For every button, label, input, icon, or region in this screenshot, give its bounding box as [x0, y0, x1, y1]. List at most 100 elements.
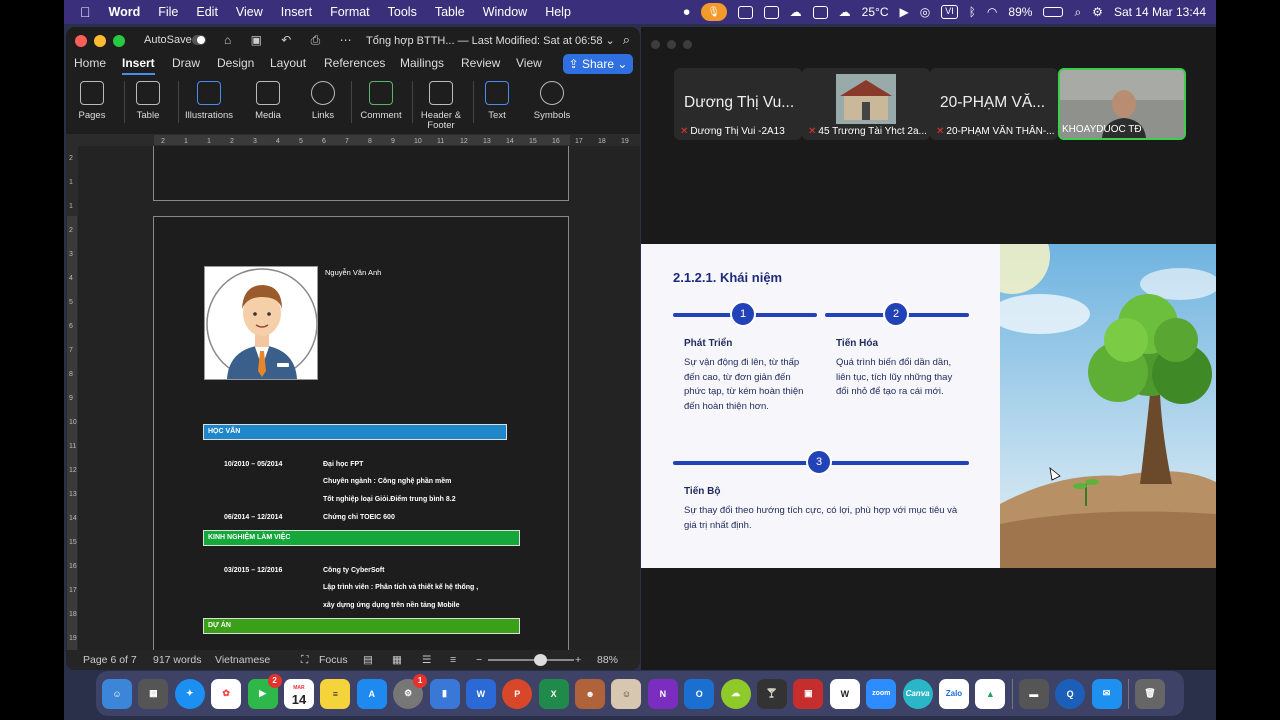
- language[interactable]: Vietnamese: [215, 654, 270, 666]
- tab-view[interactable]: View: [516, 56, 542, 70]
- system-settings-icon[interactable]: ⚙ 1: [393, 673, 428, 709]
- apple-icon[interactable]: : [80, 4, 91, 20]
- zoom-window-button[interactable]: [113, 35, 125, 47]
- powerpoint-icon[interactable]: P: [502, 678, 533, 709]
- participant-tile[interactable]: 20-PHẠM VĂ... ✕ 20-PHẠM VĂN THÂN-...: [930, 68, 1058, 140]
- shared-slide[interactable]: 2.1.2.1. Khái niệm 1 Phát Triển Sự vận đ…: [641, 244, 1216, 568]
- menu-edit[interactable]: Edit: [196, 5, 218, 19]
- menu-tools[interactable]: Tools: [388, 5, 417, 19]
- wifi-icon[interactable]: ◠: [987, 5, 997, 19]
- vertical-ruler[interactable]: 2 1 1 2 3 4 5 6 7 8 9 10 11 12 13 14 15 16 17 18 19: [66, 146, 78, 651]
- excel-icon[interactable]: X: [538, 678, 569, 709]
- cv-text[interactable]: xây dựng ứng dụng trên nền tảng Mobile: [323, 602, 460, 609]
- calendar-icon[interactable]: MAR 14: [283, 678, 314, 709]
- launchpad-icon[interactable]: ▦: [138, 678, 169, 709]
- zoom-app-icon[interactable]: zoom: [866, 678, 897, 709]
- onenote-icon[interactable]: N: [647, 678, 678, 709]
- menu-view[interactable]: View: [236, 5, 263, 19]
- table-button[interactable]: Table: [118, 77, 178, 121]
- minimize-window-button[interactable]: [94, 35, 106, 47]
- mail-icon[interactable]: ✉: [1091, 678, 1122, 709]
- document-title[interactable]: Tổng hợp BTTH... — Last Modified: Sat at…: [366, 34, 615, 47]
- quick-access-icons[interactable]: ⌂ ▣ ↶ ⎙ ⋯: [224, 33, 360, 48]
- cv-text[interactable]: Chứng chỉ TOEIC 600: [323, 514, 395, 521]
- tab-insert[interactable]: Insert: [122, 56, 155, 75]
- photos-icon[interactable]: ✿: [211, 678, 242, 709]
- word-icon[interactable]: W: [465, 678, 496, 709]
- bluetooth-icon[interactable]: ᛒ: [969, 5, 976, 19]
- menu-insert[interactable]: Insert: [281, 5, 312, 19]
- cloud-app-icon[interactable]: ☁: [720, 678, 751, 709]
- zalo-icon[interactable]: Zalo: [938, 678, 969, 709]
- quicktime-icon[interactable]: Q: [1055, 678, 1086, 709]
- comment-button[interactable]: Comment: [351, 77, 411, 121]
- zoom-percentage[interactable]: 88%: [597, 654, 618, 666]
- focus-button[interactable]: Focus: [319, 654, 348, 666]
- zoom-menu-icon[interactable]: [737, 5, 753, 19]
- zoom-out-button[interactable]: −: [476, 654, 482, 666]
- draft-icon[interactable]: ≡: [450, 654, 456, 666]
- document-canvas[interactable]: Nguyễn Văn Anh HỌC VẤN 10/2010 – 05/2014…: [78, 146, 640, 651]
- cv-text[interactable]: Lập trình viên : Phân tích và thiết kế h…: [323, 584, 478, 591]
- google-drive-icon[interactable]: ▲: [975, 678, 1006, 709]
- cv-date[interactable]: 06/2014 – 12/2014: [224, 514, 282, 521]
- share-button[interactable]: ⇪ Share ⌄: [563, 54, 633, 74]
- web-layout-icon[interactable]: ▦: [392, 654, 402, 666]
- autosave-toggle[interactable]: [192, 35, 206, 45]
- zoom-slider[interactable]: [488, 659, 574, 661]
- facetime-icon[interactable]: ▶ 2: [247, 673, 282, 709]
- horizontal-ruler[interactable]: 2 1 1 2 3 4 5 6 7 8 9 10 11 12 13 14 15 16 17 18 19: [66, 134, 640, 146]
- menu-help[interactable]: Help: [545, 5, 571, 19]
- zoom-in-button[interactable]: +: [575, 654, 581, 666]
- menu-table[interactable]: Table: [435, 5, 465, 19]
- control-center-icon[interactable]: ⚙: [1092, 5, 1103, 19]
- archive-icon[interactable]: ▣: [793, 678, 824, 709]
- tab-references[interactable]: References: [324, 56, 385, 70]
- airdrop-icon[interactable]: ◎: [920, 5, 930, 19]
- symbols-button[interactable]: Symbols: [522, 77, 582, 121]
- tab-review[interactable]: Review: [461, 56, 500, 70]
- header-footer-button[interactable]: Header & Footer: [409, 77, 473, 131]
- minimize-window-button[interactable]: [667, 40, 676, 49]
- links-button[interactable]: Links: [293, 77, 353, 121]
- game-icon[interactable]: ☻: [575, 678, 606, 709]
- usb-drive-icon[interactable]: ▬: [1018, 678, 1049, 709]
- tab-draw[interactable]: Draw: [172, 56, 200, 70]
- cv-text[interactable]: Đại học FPT: [323, 461, 363, 468]
- close-window-button[interactable]: [651, 40, 660, 49]
- close-window-button[interactable]: [75, 35, 87, 47]
- document-page[interactable]: [153, 146, 569, 201]
- cv-name[interactable]: Nguyễn Văn Anh: [325, 268, 381, 277]
- app-store-icon[interactable]: A: [356, 678, 387, 709]
- zoom-window-button[interactable]: [683, 40, 692, 49]
- files-icon[interactable]: ▮: [429, 678, 460, 709]
- cv-text[interactable]: Chuyên ngành : Công nghệ phần mềm: [323, 478, 451, 485]
- cloud-sync-icon[interactable]: ☁: [839, 5, 851, 19]
- media-button[interactable]: Media: [238, 77, 298, 121]
- portrait-app-icon[interactable]: ☺: [611, 678, 642, 709]
- notes-icon[interactable]: ≡: [320, 678, 351, 709]
- tab-home[interactable]: Home: [74, 56, 106, 70]
- word-count[interactable]: 917 words: [153, 654, 201, 666]
- weather-text[interactable]: 25°C: [862, 5, 889, 19]
- w-app-icon[interactable]: W: [829, 678, 860, 709]
- cocktail-icon[interactable]: 🍸: [757, 678, 788, 709]
- cv-date[interactable]: 03/2015 – 12/2016: [224, 567, 282, 574]
- profile-photo[interactable]: [204, 266, 318, 380]
- participant-tile[interactable]: Dương Thị Vu... ✕ Dương Thị Vui -2A13: [674, 68, 802, 140]
- tab-mailings[interactable]: Mailings: [400, 56, 444, 70]
- section-projects[interactable]: DỰ ÁN: [203, 618, 520, 634]
- battery-text[interactable]: 89%: [1008, 5, 1032, 19]
- cloud-icon[interactable]: ☁: [790, 5, 802, 19]
- section-education[interactable]: HỌC VẤN: [203, 424, 507, 440]
- menu-file[interactable]: File: [158, 5, 178, 19]
- menu-window[interactable]: Window: [483, 5, 527, 19]
- participant-tile[interactable]: ✕ 45 Trương Tài Yhct 2a...: [802, 68, 930, 140]
- word-menu-icon[interactable]: [763, 5, 779, 19]
- print-layout-icon[interactable]: ▤: [363, 654, 373, 666]
- cv-text[interactable]: Tốt nghiệp loại Giỏi.Điểm trung bình 8.2: [323, 496, 456, 503]
- search-icon[interactable]: ⌕: [1074, 5, 1081, 20]
- record-icon[interactable]: ⏺: [684, 5, 690, 20]
- pages-button[interactable]: Pages: [66, 77, 122, 121]
- cv-text[interactable]: Công ty CyberSoft: [323, 567, 384, 574]
